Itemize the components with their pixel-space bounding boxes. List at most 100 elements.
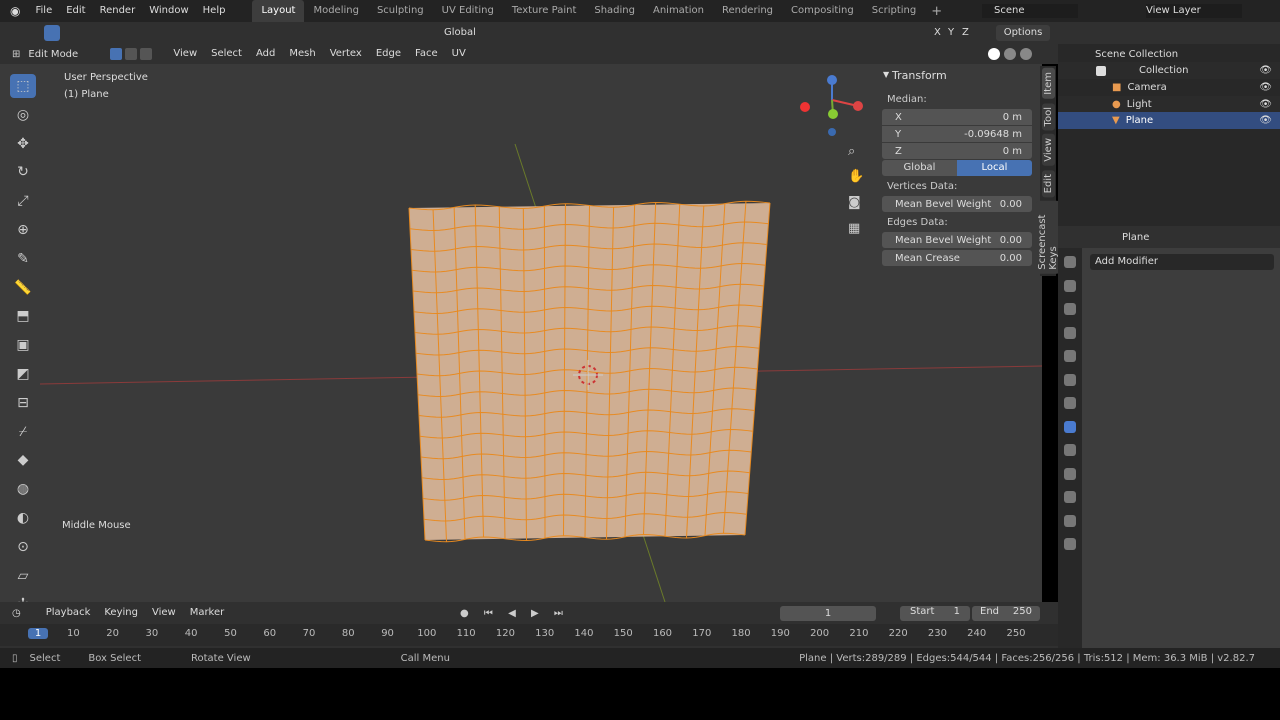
outliner-collection[interactable]: Collection 👁 <box>1058 62 1280 79</box>
play-controls[interactable]: ● ⏮ ◀ ▶ ⏭ <box>460 608 569 619</box>
zoom-icon[interactable]: ⌕ <box>848 144 855 159</box>
median-z-field[interactable]: Z 0 m <box>882 143 1032 159</box>
menu-face[interactable]: Face <box>408 43 445 65</box>
cursor-tool-icon[interactable]: ◎ <box>10 103 36 127</box>
start-field[interactable]: Start 1 <box>900 606 970 621</box>
smooth-tool-icon[interactable]: ◐ <box>10 506 36 530</box>
add-modifier-dropdown[interactable]: Add Modifier <box>1090 254 1274 270</box>
workspace-tab-texture-paint[interactable]: Texture Paint <box>503 0 586 22</box>
mean-crease-field[interactable]: Mean Crease 0.00 <box>882 250 1032 266</box>
local-button[interactable]: Local <box>957 160 1032 176</box>
workspace-tab-modeling[interactable]: Modeling <box>304 0 368 22</box>
scene-tab-icon[interactable] <box>1064 350 1076 362</box>
menu-view[interactable]: View <box>166 43 204 65</box>
global-button[interactable]: Global <box>882 160 957 176</box>
camera-view-icon[interactable]: ◙ <box>848 195 861 210</box>
plane-mesh[interactable] <box>408 200 771 543</box>
menu-window[interactable]: Window <box>142 0 195 22</box>
menu-edge[interactable]: Edge <box>369 43 408 65</box>
pan-hand-icon[interactable]: ✋ <box>848 169 864 184</box>
checkbox-icon[interactable] <box>1096 65 1106 76</box>
scene-name[interactable]: Scene <box>982 4 1078 18</box>
particles-tab-icon[interactable] <box>1064 444 1076 456</box>
menu-render[interactable]: Render <box>93 0 143 22</box>
axis-y[interactable]: Y <box>948 27 954 38</box>
workspace-tab-sculpting[interactable]: Sculpting <box>368 0 433 22</box>
vertex-select-mode[interactable] <box>110 48 123 60</box>
spin-tool-icon[interactable]: ◍ <box>10 477 36 501</box>
workspace-tab-uv-editing[interactable]: UV Editing <box>433 0 503 22</box>
render-tab-icon[interactable] <box>1064 279 1076 292</box>
loop-cut-tool-icon[interactable]: ⊟ <box>10 391 36 415</box>
shading-rendered-icon[interactable] <box>1020 48 1032 60</box>
shrink-fatten-tool-icon[interactable]: ⊙ <box>10 535 36 559</box>
navigation-gizmo[interactable] <box>800 75 863 136</box>
vertex-bevel-weight-field[interactable]: Mean Bevel Weight 0.00 <box>882 196 1032 212</box>
axis-z[interactable]: Z <box>962 27 969 38</box>
add-workspace-icon[interactable]: + <box>931 4 942 19</box>
ortho-grid-icon[interactable]: ▦ <box>848 221 860 236</box>
shear-tool-icon[interactable]: ▱ <box>10 564 36 588</box>
object-name[interactable]: Plane <box>1122 232 1149 243</box>
output-tab-icon[interactable] <box>1064 303 1076 315</box>
median-x-field[interactable]: X 0 m <box>882 109 1032 125</box>
outliner-plane[interactable]: ▼ Plane 👁 <box>1058 112 1280 129</box>
current-frame-field[interactable]: 1 <box>780 606 876 621</box>
frame-ruler[interactable]: 1 10 20 30 40 50 60 70 80 90 100 110 120 130 140 150 160… <box>0 624 1058 646</box>
transform-orientation-dropdown[interactable]: Global <box>444 26 490 40</box>
menu-add[interactable]: Add <box>249 43 282 65</box>
options-dropdown[interactable]: Options <box>996 25 1050 41</box>
view-layer-tab-icon[interactable] <box>1064 326 1076 339</box>
collapse-arrow-icon[interactable]: ▼ <box>883 70 889 79</box>
workspace-tab-compositing[interactable]: Compositing <box>782 0 863 22</box>
poly-build-tool-icon[interactable]: ◆ <box>10 448 36 472</box>
edge-select-mode[interactable] <box>125 48 138 60</box>
menu-uv[interactable]: UV <box>445 43 473 65</box>
physics-tab-icon[interactable] <box>1064 467 1076 480</box>
face-select-mode[interactable] <box>140 48 153 60</box>
median-y-field[interactable]: Y -0.09648 m <box>882 126 1032 142</box>
inset-tool-icon[interactable]: ▣ <box>10 333 36 357</box>
eye-icon[interactable]: 👁 <box>1259 115 1272 126</box>
menu-select[interactable]: Select <box>204 43 249 65</box>
data-tab-icon[interactable] <box>1064 514 1076 527</box>
transform-tool-icon[interactable]: ⊕ <box>10 218 36 242</box>
menu-mesh[interactable]: Mesh <box>282 43 322 65</box>
tab-view[interactable]: View <box>1041 134 1055 166</box>
material-tab-icon[interactable] <box>1064 538 1076 550</box>
mode-dropdown[interactable]: Edit Mode <box>28 49 98 60</box>
annotate-tool-icon[interactable]: ✎ <box>10 247 36 271</box>
workspace-tab-shading[interactable]: Shading <box>585 0 644 22</box>
editor-type-icon[interactable]: ◷ <box>12 608 21 619</box>
rotate-tool-icon[interactable]: ↻ <box>10 160 36 184</box>
editor-type-icon[interactable]: ⊞ <box>12 49 20 60</box>
eye-icon[interactable]: 👁 <box>1259 99 1272 110</box>
workspace-tab-scripting[interactable]: Scripting <box>863 0 925 22</box>
axis-x[interactable]: X <box>934 27 941 38</box>
menu-playback[interactable]: Playback <box>39 602 98 624</box>
menu-view[interactable]: View <box>145 602 183 624</box>
outliner-scene-collection[interactable]: Scene Collection <box>1058 46 1280 63</box>
end-field[interactable]: End 250 <box>972 606 1040 621</box>
move-tool-icon[interactable]: ✥ <box>10 132 36 156</box>
constraints-tab-icon[interactable] <box>1064 491 1076 503</box>
eye-icon[interactable]: 👁 <box>1259 65 1272 76</box>
shading-material-icon[interactable] <box>1004 48 1016 60</box>
view-layer-name[interactable]: View Layer <box>1146 4 1242 18</box>
modifier-tab-icon[interactable] <box>1064 420 1076 433</box>
tab-item[interactable]: Item <box>1041 68 1055 99</box>
tab-tool[interactable]: Tool <box>1041 102 1055 131</box>
menu-file[interactable]: File <box>28 0 59 22</box>
measure-tool-icon[interactable]: 📏 <box>10 276 36 300</box>
outliner-camera[interactable]: ■ Camera 👁 <box>1058 79 1280 96</box>
workspace-tab-animation[interactable]: Animation <box>644 0 713 22</box>
tool-tab-icon[interactable] <box>1064 256 1076 268</box>
menu-keying[interactable]: Keying <box>97 602 145 624</box>
select-box-mode-icon[interactable] <box>44 25 60 41</box>
menu-edit[interactable]: Edit <box>59 0 92 22</box>
object-tab-icon[interactable] <box>1064 397 1076 409</box>
workspace-tab-rendering[interactable]: Rendering <box>713 0 782 22</box>
blender-logo-icon[interactable]: ◉ <box>10 4 20 18</box>
world-tab-icon[interactable] <box>1064 373 1076 386</box>
outliner-light[interactable]: ● Light 👁 <box>1058 96 1280 113</box>
